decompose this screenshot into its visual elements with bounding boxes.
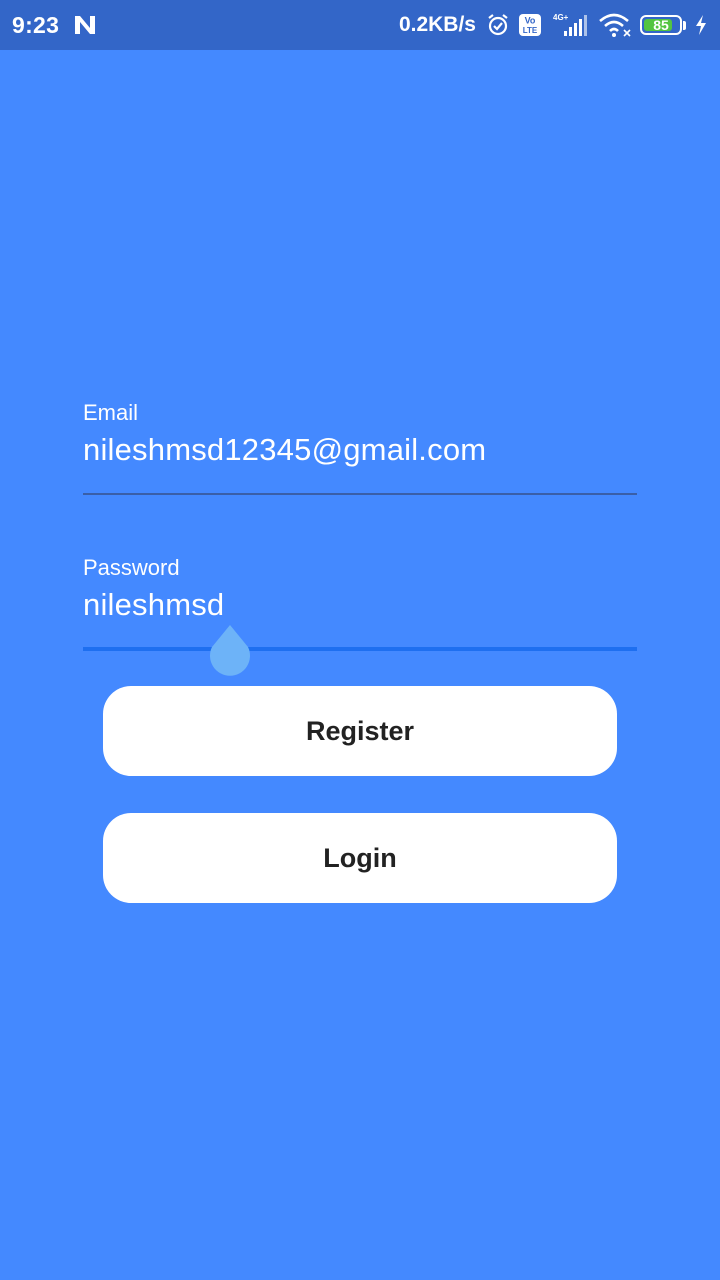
wifi-icon (598, 12, 632, 38)
status-bar: 9:23 0.2KB/s Vo LTE 4G+ 85 (0, 0, 720, 50)
network-speed: 0.2KB/s (398, 13, 476, 36)
password-field[interactable]: Password nileshmsd (83, 555, 637, 676)
n-notification-icon (73, 14, 97, 36)
battery-body: 85 (640, 15, 682, 35)
email-label: Email (83, 400, 139, 425)
password-label: Password (83, 555, 180, 580)
volte-top-text: Vo (525, 16, 536, 26)
signal-icon: 4G+ (550, 12, 590, 38)
battery-indicator: 85 (640, 15, 686, 35)
charging-bolt-icon (694, 14, 708, 36)
status-left: 9:23 (12, 12, 97, 39)
battery-tip (683, 20, 686, 30)
login-button[interactable]: Login (103, 813, 617, 903)
email-field[interactable]: Email nileshmsd12345@gmail.com (83, 400, 637, 496)
status-time: 9:23 (12, 11, 60, 38)
password-input[interactable]: nileshmsd (83, 587, 637, 623)
battery-level: 85 (653, 17, 669, 33)
alarm-icon (486, 13, 510, 37)
login-form: Email nileshmsd12345@gmail.com Password … (83, 400, 637, 676)
volte-icon: Vo LTE (518, 13, 542, 37)
text-cursor-handle[interactable] (208, 625, 252, 676)
status-right: 0.2KB/s Vo LTE 4G+ 85 (399, 12, 708, 38)
volte-bottom-text: LTE (523, 26, 538, 35)
register-button[interactable]: Register (103, 686, 617, 776)
email-input[interactable]: nileshmsd12345@gmail.com (83, 432, 637, 468)
email-underline (83, 493, 637, 495)
password-underline-focused (83, 647, 637, 651)
network-type-text: 4G+ (553, 13, 569, 22)
